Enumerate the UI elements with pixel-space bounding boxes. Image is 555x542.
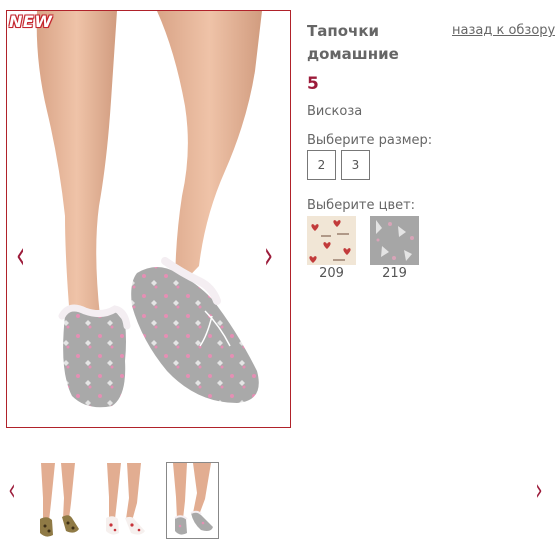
size-option-2[interactable]: 2 bbox=[307, 150, 336, 180]
product-material: Вискоза bbox=[307, 104, 363, 119]
size-label: Выберите размер: bbox=[307, 133, 433, 148]
thumbnail-image bbox=[106, 463, 145, 535]
color-selector: 209 219 bbox=[307, 216, 419, 281]
back-to-overview-link[interactable]: назад к обзору bbox=[452, 23, 555, 38]
thumbs-next-arrow-icon[interactable]: › bbox=[535, 475, 542, 507]
thumbnail-strip bbox=[30, 462, 219, 539]
color-option-219[interactable]: 219 bbox=[370, 216, 419, 281]
product-price: 5 bbox=[307, 74, 319, 94]
color-option-209[interactable]: 209 bbox=[307, 216, 356, 281]
thumbs-prev-arrow-icon[interactable]: ‹ bbox=[8, 475, 15, 507]
new-badge: NEW bbox=[9, 12, 53, 31]
thumbnail-image bbox=[40, 463, 79, 537]
main-product-image[interactable]: NEW ‹ › bbox=[6, 10, 291, 428]
thumbnail-image bbox=[173, 463, 213, 535]
size-option-3[interactable]: 3 bbox=[341, 150, 370, 180]
color-code: 209 bbox=[319, 266, 344, 281]
product-photo bbox=[36, 11, 262, 408]
size-selector: 2 3 bbox=[307, 150, 370, 180]
color-code: 219 bbox=[382, 266, 407, 281]
thumbnail-white-red[interactable] bbox=[98, 462, 151, 539]
color-swatch-cats bbox=[370, 216, 419, 265]
image-next-arrow-icon[interactable]: › bbox=[264, 236, 273, 274]
color-swatch-hearts bbox=[307, 216, 356, 265]
image-prev-arrow-icon[interactable]: ‹ bbox=[16, 236, 25, 274]
thumbnail-grey-cats[interactable] bbox=[166, 462, 219, 539]
color-label: Выберите цвет: bbox=[307, 198, 416, 213]
thumbnail-leopard[interactable] bbox=[30, 462, 83, 539]
product-title: Тапочки домашние bbox=[307, 22, 399, 63]
